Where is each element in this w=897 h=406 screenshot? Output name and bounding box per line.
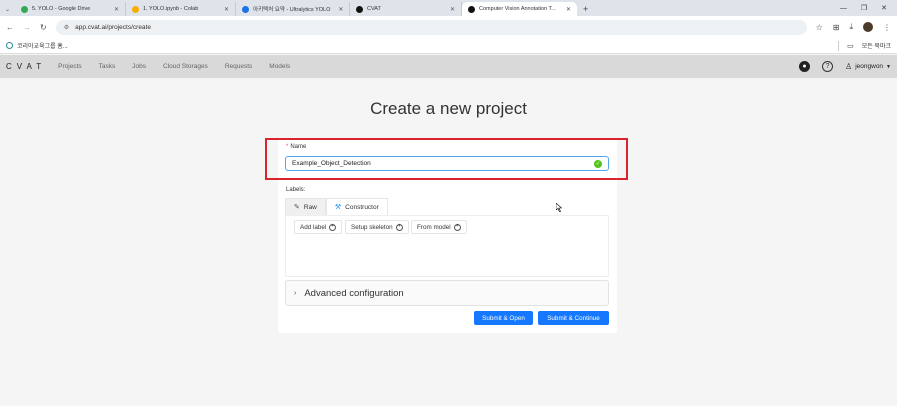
download-icon[interactable]: ⤓ [849,22,853,32]
setup-skeleton-text: Setup skeleton [351,223,393,231]
labels-tabs: ✎ Raw ⚒ Constructor [285,198,388,215]
cvat-favicon-icon [468,5,476,13]
labels-label: Labels: [286,187,306,193]
edit-icon: ✎ [294,204,300,211]
menu-icon[interactable]: ⋮ [883,23,891,32]
close-window-icon[interactable]: ✕ [881,4,887,12]
folder-icon: ▭ [847,42,854,50]
add-label-button[interactable]: Add label + [294,220,343,234]
tab-constructor[interactable]: ⚒ Constructor [325,198,388,215]
tab-raw[interactable]: ✎ Raw [285,198,326,215]
bookmarks-bar: 코리아교육그룹 홈... ▭ 모든 북마크 [0,38,897,54]
restore-icon[interactable]: ❐ [861,4,867,12]
tab-label: 1. YOLO.ipynb - Colab [143,6,199,12]
google-drive-icon [21,5,29,13]
profile-avatar[interactable] [863,22,873,32]
bookmark-icon [6,42,13,49]
name-input[interactable]: Example_Object_Detection ✓ [285,156,609,171]
required-marker: * [286,144,289,150]
plus-circle-icon: + [395,223,403,231]
close-icon[interactable]: ✕ [334,6,343,13]
browser-tab-strip: ⌄ 5. YOLO - Google Drive ✕ 1. YOLO.ipynb… [0,0,897,16]
mouse-cursor-icon [556,203,562,212]
url-text: app.cvat.ai/projects/create [75,23,151,31]
add-label-text: Add label [300,223,327,231]
cvat-header: CVAT Projects Tasks Jobs Cloud Storages … [0,55,897,78]
colab-icon [132,5,140,13]
browser-tab-ultralytics[interactable]: 아키텍처 요약 - Ultralytics YOLO ✕ [236,2,351,16]
setup-skeleton-button[interactable]: Setup skeleton + [345,220,409,234]
tab-constructor-label: Constructor [345,203,379,211]
nav-jobs[interactable]: Jobs [132,63,146,70]
browser-tab-colab[interactable]: 1. YOLO.ipynb - Colab ✕ [126,2,237,16]
ultralytics-icon [242,5,250,13]
advanced-configuration-panel[interactable]: › Advanced configuration [285,280,609,306]
help-icon[interactable]: ? [822,61,834,72]
back-arrow-icon[interactable]: ← [6,23,14,32]
bookmark-label: 코리아교육그룹 홈... [17,44,68,50]
site-settings-icon[interactable]: ⚙ [64,24,69,31]
caret-down-icon: ▼ [886,63,891,70]
cvat-favicon-icon [356,5,364,13]
close-icon[interactable]: ✕ [110,6,119,13]
name-input-value: Example_Object_Detection [292,160,371,167]
reload-icon[interactable]: ↻ [40,23,47,32]
tab-label: CVAT [367,6,381,12]
check-circle-icon: ✓ [594,159,602,168]
nav-cloud-storages[interactable]: Cloud Storages [163,63,208,70]
close-icon[interactable]: ✕ [562,6,571,13]
minimize-icon[interactable]: — [840,5,847,12]
advanced-configuration-label: Advanced configuration [304,287,404,299]
username: jeongwon [855,63,884,70]
tab-label: 5. YOLO - Google Drive [32,6,91,12]
new-tab-button[interactable]: + [577,2,594,16]
user-icon: ♙ [845,62,853,71]
nav-requests[interactable]: Requests [225,63,252,70]
plus-circle-icon: + [453,223,461,231]
nav-tasks[interactable]: Tasks [99,63,116,70]
github-icon[interactable]: ● [799,61,811,72]
nav-models[interactable]: Models [269,63,290,70]
name-label: * Name [286,144,307,150]
build-icon: ⚒ [334,204,342,211]
browser-tab-cvat-annotation[interactable]: Computer Vision Annotation T... ✕ [462,2,578,16]
plus-circle-icon: + [329,223,337,231]
chevron-right-icon: › [294,289,297,297]
url-field[interactable]: ⚙ app.cvat.ai/projects/create [55,19,807,35]
page-title: Create a new project [370,99,527,118]
close-icon[interactable]: ✕ [446,6,455,13]
bookmark-item[interactable]: 코리아교육그룹 홈... [6,41,68,50]
all-bookmarks-link[interactable]: 모든 북마크 [862,41,891,50]
forward-arrow-icon[interactable]: → [23,23,31,32]
from-model-text: From model [417,223,451,231]
bookmark-divider [838,40,840,51]
tab-label: 아키텍처 요약 - Ultralytics YOLO [253,7,331,13]
star-icon[interactable]: ☆ [816,23,823,32]
cvat-logo[interactable]: CVAT [4,62,46,71]
browser-tab-cvat[interactable]: CVAT ✕ [350,2,463,16]
submit-continue-button[interactable]: Submit & Continue [538,311,609,325]
from-model-button[interactable]: From model + [411,220,467,234]
submit-open-button[interactable]: Submit & Open [474,311,533,325]
user-menu[interactable]: ♙ jeongwon ▼ [845,62,891,71]
extensions-icon[interactable]: ⊞ [833,23,840,32]
nav-projects[interactable]: Projects [58,63,81,70]
window-controls: — ❐ ✕ [840,0,897,16]
tab-raw-label: Raw [303,203,317,211]
browser-tab-drive[interactable]: 5. YOLO - Google Drive ✕ [15,2,127,16]
tab-label: Computer Vision Annotation T... [479,6,556,12]
address-bar-row: ← → ↻ ⚙ app.cvat.ai/projects/create ☆ ⊞ … [0,16,897,38]
close-icon[interactable]: ✕ [220,6,229,13]
tab-search-icon[interactable]: ⌄ [0,2,15,16]
